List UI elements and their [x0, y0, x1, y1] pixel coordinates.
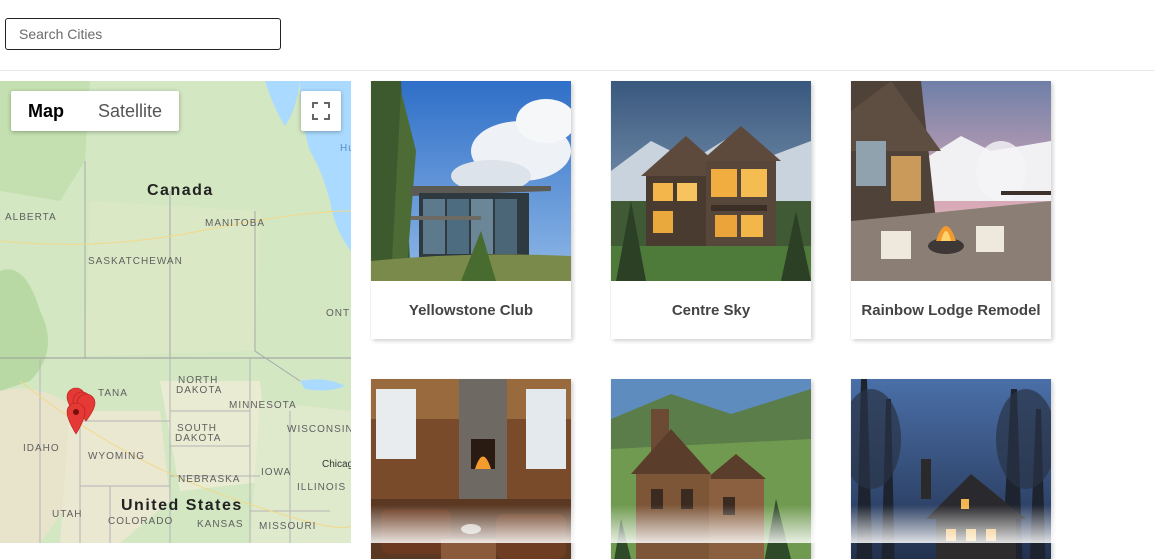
map-label-nebraska: NEBRASKA [178, 474, 241, 485]
listing-title[interactable]: Yellowstone Club [371, 281, 571, 339]
map-marker[interactable] [66, 402, 86, 435]
top-bar [0, 0, 1154, 71]
listing-photo-modern-glass-house[interactable] [371, 81, 571, 281]
listing-title[interactable]: Rainbow Lodge Remodel [851, 281, 1051, 339]
listing-photo-patio-fire-pit[interactable] [851, 81, 1051, 281]
listing-card[interactable] [371, 379, 571, 559]
listing-photo-lit-mountain-lodge[interactable] [611, 81, 811, 281]
map-label-south-dakota-line2: DAKOTA [175, 433, 222, 444]
map-type-toggle: Map Satellite [11, 91, 180, 131]
map-label-missouri: MISSOURI [259, 521, 317, 532]
map-label-saskatchewan: SASKATCHEWAN [88, 256, 183, 267]
map-label-iowa: IOWA [261, 467, 292, 478]
map-panel[interactable]: Canada United States ALBERTA MANITOBA SA… [0, 81, 351, 543]
map-label-alberta: ALBERTA [5, 212, 57, 223]
map-label-united-states: United States [121, 497, 243, 514]
listing-title[interactable]: Centre Sky [611, 281, 811, 339]
map-type-map-button[interactable]: Map [11, 91, 81, 131]
listing-photo-wood-barn-house[interactable] [611, 379, 811, 559]
map-label-north-dakota-line2: DAKOTA [176, 385, 223, 396]
listing-photo-cabin-at-dusk[interactable] [851, 379, 1051, 559]
listing-card[interactable]: Centre Sky [611, 81, 811, 339]
map-label-chicago: Chicag [322, 459, 351, 470]
map-label-colorado: COLORADO [108, 516, 174, 527]
fullscreen-button[interactable] [301, 91, 341, 131]
listing-photo-log-cabin-interior[interactable] [371, 379, 571, 559]
map-label-illinois: ILLINOIS [297, 482, 347, 493]
listing-card[interactable]: Rainbow Lodge Remodel [851, 81, 1051, 339]
map-label-idaho: IDAHO [23, 443, 60, 454]
search-cities-input[interactable] [5, 18, 281, 50]
map-label-wisconsin: WISCONSIN [287, 424, 351, 435]
listing-card[interactable]: Yellowstone Club [371, 81, 571, 339]
listing-card[interactable] [851, 379, 1051, 559]
listing-card[interactable] [611, 379, 811, 559]
map-markers [66, 387, 96, 435]
map-label-hudson-bay: Hu [340, 143, 351, 154]
map-label-kansas: KANSAS [197, 519, 244, 530]
map-label-minnesota: MINNESOTA [229, 400, 297, 411]
map-label-utah: UTAH [52, 509, 83, 520]
map-type-satellite-button[interactable]: Satellite [81, 91, 179, 131]
map-label-montana: TANA [98, 388, 128, 399]
map-label-ontario: ONT [326, 308, 351, 319]
map-label-wyoming: WYOMING [88, 451, 145, 462]
map-label-manitoba: MANITOBA [205, 218, 266, 229]
map-label-canada: Canada [147, 182, 214, 199]
fullscreen-icon [312, 102, 330, 120]
map-canvas[interactable] [0, 81, 351, 543]
